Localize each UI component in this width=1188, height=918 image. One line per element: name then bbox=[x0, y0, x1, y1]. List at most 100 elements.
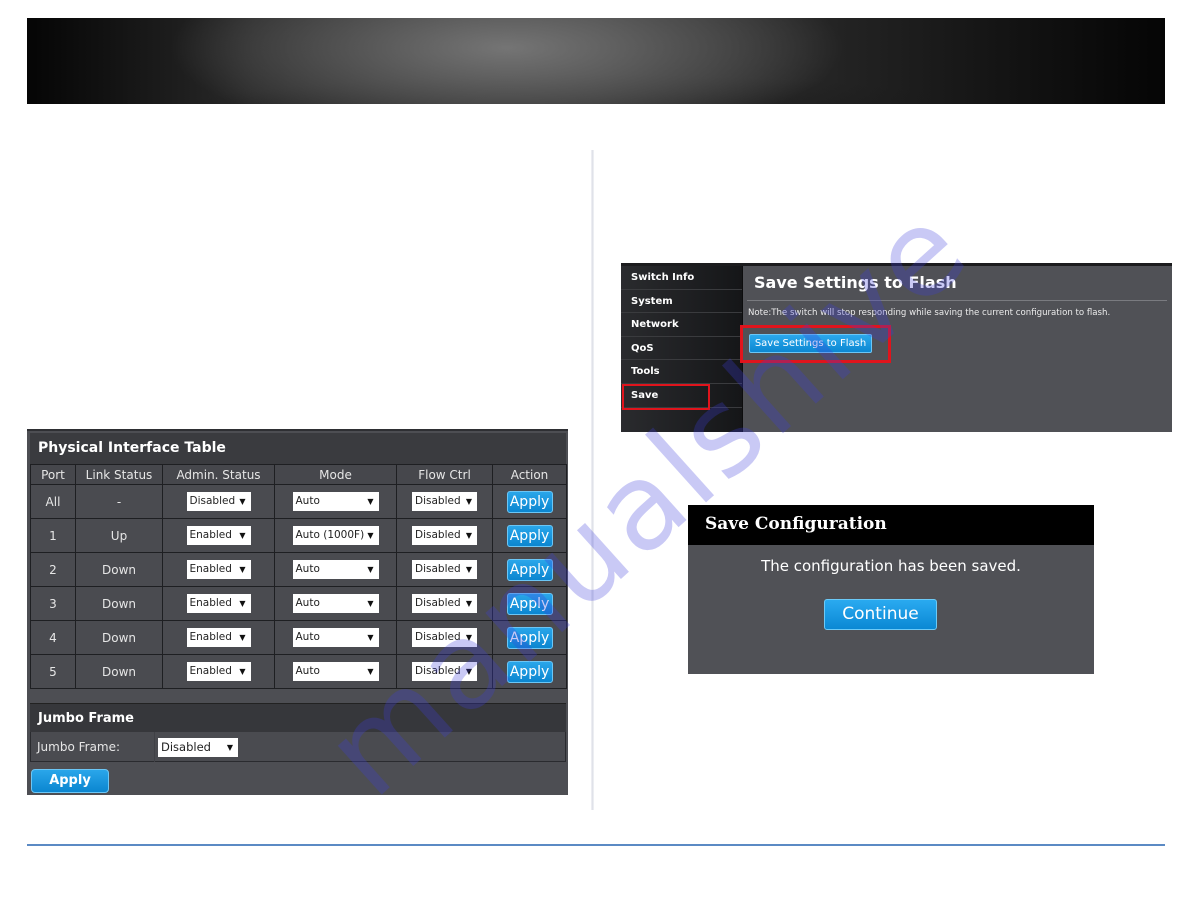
jumbo-frame-select[interactable]: Disabled ▼ bbox=[158, 738, 238, 757]
column-header-mode: Mode bbox=[274, 464, 397, 485]
dropdown-arrow-icon: ▼ bbox=[367, 497, 374, 506]
select-value: Enabled bbox=[189, 529, 232, 541]
action-cell: Apply bbox=[492, 620, 567, 655]
column-header-action: Action bbox=[492, 464, 567, 485]
action-cell: Apply bbox=[492, 586, 567, 621]
mode-select[interactable]: Auto ▼ bbox=[292, 594, 379, 613]
footer-rule bbox=[27, 844, 1165, 846]
admin-status-select[interactable]: Enabled ▼ bbox=[186, 628, 251, 647]
admin-status-select[interactable]: Enabled ▼ bbox=[186, 560, 251, 579]
mode-select[interactable]: Auto ▼ bbox=[292, 492, 379, 511]
dropdown-arrow-icon: ▼ bbox=[465, 599, 472, 608]
select-value: Auto bbox=[295, 495, 320, 507]
flow-ctrl-select[interactable]: Disabled ▼ bbox=[412, 492, 477, 511]
sidebar-item-save[interactable]: Save bbox=[621, 383, 742, 410]
dropdown-arrow-icon: ▼ bbox=[226, 743, 233, 752]
continue-button[interactable]: Continue bbox=[824, 599, 937, 630]
select-value: Auto bbox=[295, 665, 320, 677]
dropdown-arrow-icon: ▼ bbox=[239, 531, 246, 540]
table-row: 3 Down Enabled ▼ Auto ▼ Disabled ▼ Apply bbox=[30, 586, 567, 621]
dropdown-arrow-icon: ▼ bbox=[239, 599, 246, 608]
action-cell: Apply bbox=[492, 518, 567, 553]
select-value: Auto bbox=[295, 597, 320, 609]
flow-ctrl-select[interactable]: Disabled ▼ bbox=[412, 526, 477, 545]
apply-button[interactable]: Apply bbox=[506, 490, 553, 513]
sidebar-menu: Switch Info System Network QoS Tools Save bbox=[621, 266, 743, 432]
panel-title: Physical Interface Table bbox=[30, 433, 566, 464]
select-value: Auto bbox=[295, 631, 320, 643]
flow-ctrl-select[interactable]: Disabled ▼ bbox=[412, 662, 477, 681]
dropdown-arrow-icon: ▼ bbox=[367, 599, 374, 608]
jumbo-frame-row: Jumbo Frame: Disabled ▼ bbox=[30, 732, 566, 762]
port-cell: 3 bbox=[30, 586, 76, 621]
flow-ctrl-select[interactable]: Disabled ▼ bbox=[412, 594, 477, 613]
jumbo-apply-button[interactable]: Apply bbox=[31, 769, 109, 793]
physical-interface-panel: Physical Interface Table Port Link Statu… bbox=[27, 429, 568, 795]
header-banner bbox=[27, 18, 1165, 104]
admin-status-select[interactable]: Enabled ▼ bbox=[186, 662, 251, 681]
dropdown-arrow-icon: ▼ bbox=[367, 565, 374, 574]
mode-select[interactable]: Auto ▼ bbox=[292, 662, 379, 681]
sidebar-item-network[interactable]: Network bbox=[621, 313, 742, 337]
table-row: All - Disabled ▼ Auto ▼ Disabled ▼ Apply bbox=[30, 484, 567, 519]
admin-status-cell: Enabled ▼ bbox=[162, 518, 275, 553]
column-header-flow-ctrl: Flow Ctrl bbox=[396, 464, 493, 485]
flow-ctrl-select[interactable]: Disabled ▼ bbox=[412, 628, 477, 647]
save-configuration-dialog: Save Configuration The configuration has… bbox=[688, 505, 1094, 674]
apply-button[interactable]: Apply bbox=[506, 660, 553, 683]
select-value: Disabled bbox=[415, 563, 461, 575]
title-divider bbox=[747, 300, 1167, 301]
column-header-admin-status: Admin. Status bbox=[162, 464, 275, 485]
select-value: Disabled bbox=[415, 597, 461, 609]
mode-select[interactable]: Auto ▼ bbox=[292, 628, 379, 647]
table-header-row: Port Link Status Admin. Status Mode Flow… bbox=[30, 464, 567, 485]
column-header-port: Port bbox=[30, 464, 76, 485]
table-row: 4 Down Enabled ▼ Auto ▼ Disabled ▼ Apply bbox=[30, 620, 567, 655]
select-value: Disabled bbox=[415, 665, 461, 677]
mode-cell: Auto ▼ bbox=[274, 484, 397, 519]
column-header-link-status: Link Status bbox=[75, 464, 163, 485]
select-value: Enabled bbox=[189, 563, 232, 575]
admin-status-select[interactable]: Disabled ▼ bbox=[186, 492, 251, 511]
select-value: Disabled bbox=[415, 495, 461, 507]
mode-select[interactable]: Auto (1000F) ▼ bbox=[292, 526, 379, 545]
admin-status-select[interactable]: Enabled ▼ bbox=[186, 526, 251, 545]
jumbo-frame-label: Jumbo Frame: bbox=[37, 740, 121, 754]
select-value: Disabled bbox=[415, 529, 461, 541]
flow-ctrl-select[interactable]: Disabled ▼ bbox=[412, 560, 477, 579]
link-status-cell: - bbox=[75, 484, 163, 519]
select-value: Disabled bbox=[189, 495, 236, 507]
apply-button[interactable]: Apply bbox=[506, 626, 553, 649]
flow-ctrl-cell: Disabled ▼ bbox=[396, 620, 493, 655]
flow-ctrl-cell: Disabled ▼ bbox=[396, 586, 493, 621]
sidebar-item-switch-info[interactable]: Switch Info bbox=[621, 266, 742, 290]
select-value: Disabled bbox=[415, 631, 461, 643]
sidebar-item-qos[interactable]: QoS bbox=[621, 337, 742, 361]
mode-cell: Auto (1000F) ▼ bbox=[274, 518, 397, 553]
action-cell: Apply bbox=[492, 654, 567, 689]
select-value: Enabled bbox=[189, 597, 232, 609]
save-settings-to-flash-button[interactable]: Save Settings to Flash bbox=[749, 334, 872, 353]
dropdown-arrow-icon: ▼ bbox=[239, 565, 246, 574]
mode-cell: Auto ▼ bbox=[274, 586, 397, 621]
link-status-cell: Down bbox=[75, 654, 163, 689]
table-row: 2 Down Enabled ▼ Auto ▼ Disabled ▼ Apply bbox=[30, 552, 567, 587]
apply-button[interactable]: Apply bbox=[506, 524, 553, 547]
column-divider bbox=[591, 150, 594, 810]
sidebar-item-tools[interactable]: Tools bbox=[621, 360, 742, 384]
jumbo-frame-title: Jumbo Frame bbox=[30, 703, 566, 732]
apply-button[interactable]: Apply bbox=[506, 558, 553, 581]
table-row: 1 Up Enabled ▼ Auto (1000F) ▼ Disabled ▼ Apply bbox=[30, 518, 567, 553]
dropdown-arrow-icon: ▼ bbox=[367, 667, 374, 676]
sidebar-item-system[interactable]: System bbox=[621, 290, 742, 314]
select-value: Enabled bbox=[189, 665, 232, 677]
action-cell: Apply bbox=[492, 484, 567, 519]
save-flash-panel: Switch Info System Network QoS Tools Save Sav… bbox=[621, 263, 1172, 432]
admin-status-cell: Enabled ▼ bbox=[162, 620, 275, 655]
apply-button[interactable]: Apply bbox=[506, 592, 553, 615]
admin-status-select[interactable]: Enabled ▼ bbox=[186, 594, 251, 613]
mode-cell: Auto ▼ bbox=[274, 552, 397, 587]
admin-status-cell: Enabled ▼ bbox=[162, 552, 275, 587]
dropdown-arrow-icon: ▼ bbox=[239, 633, 246, 642]
mode-select[interactable]: Auto ▼ bbox=[292, 560, 379, 579]
